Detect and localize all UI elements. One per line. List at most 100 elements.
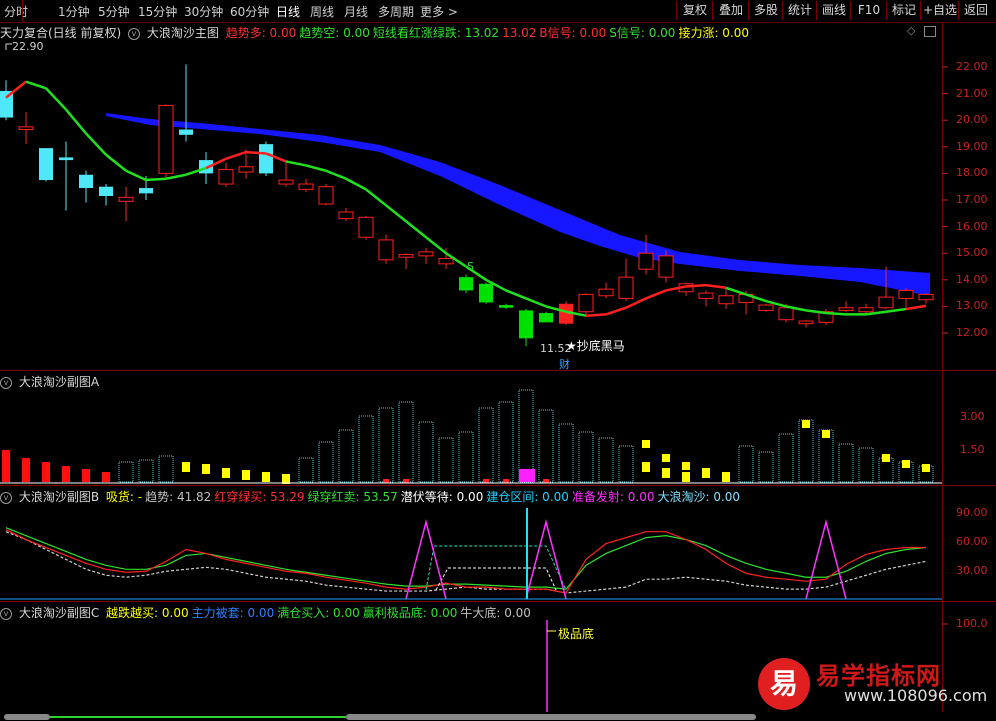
- sub-a-highlight: [702, 468, 710, 476]
- sub-a-bar: [222, 468, 230, 478]
- candle-body: [259, 144, 273, 174]
- sub-a-bar: [458, 431, 474, 483]
- sub-a-bar: [158, 455, 174, 483]
- candle-body: [318, 186, 334, 205]
- trend-line: [285, 160, 307, 167]
- bottom-signal-text: 抄底黑马: [576, 339, 625, 353]
- sub-a-bar: [838, 443, 854, 483]
- sub-a-highlight: [902, 460, 910, 468]
- trend-line: [505, 289, 527, 300]
- candle-body: [358, 216, 374, 238]
- trend-line: [805, 309, 827, 315]
- trend-line: [605, 306, 627, 316]
- watermark-url: www.108096.com: [844, 686, 988, 705]
- sell-signal-label: S: [467, 260, 474, 273]
- trend-line: [85, 132, 107, 156]
- scrollbar-left[interactable]: [4, 714, 50, 720]
- sub-a-bar: [202, 464, 210, 474]
- sub-a-highlight: [922, 464, 930, 472]
- trend-line: [145, 177, 167, 182]
- sub-a-bar: [62, 466, 70, 482]
- trend-line: [905, 304, 927, 311]
- candle-body: [698, 292, 714, 299]
- sub-a-bar: [318, 441, 334, 483]
- sub-a-bar: [798, 419, 814, 483]
- trend-line: [385, 204, 407, 223]
- sub-a-bar: [682, 472, 690, 482]
- sub-a-bar: [538, 409, 554, 483]
- candle-body: [278, 179, 294, 185]
- trend-line: [625, 297, 647, 309]
- candle-body: [59, 157, 73, 161]
- candle-body: [99, 186, 113, 197]
- sub-a-bar: [298, 457, 314, 483]
- sub-a-bar: [438, 437, 454, 483]
- sub-a-bar: [618, 445, 634, 483]
- candle-body: [158, 105, 174, 174]
- scrollbar-thumb[interactable]: [346, 714, 756, 720]
- site-watermark: 易 易学指标网 www.108096.com: [752, 654, 996, 714]
- sub-a-bar: [22, 458, 30, 482]
- sub-a-bar: [478, 407, 494, 483]
- candle-body: [598, 288, 614, 297]
- sub-a-bar: [858, 447, 874, 483]
- sub-a-bar: [138, 459, 154, 483]
- candle-body: [758, 304, 774, 311]
- candle-body: [218, 168, 234, 185]
- sub-a-highlight: [642, 440, 650, 448]
- high-price-label: 22.90: [12, 40, 44, 53]
- trend-line: [425, 236, 447, 255]
- candle-body: [338, 211, 354, 220]
- sub-a-bar: [182, 462, 190, 472]
- sub-a-bar: [262, 472, 270, 482]
- finance-marker[interactable]: 财: [559, 356, 570, 372]
- sub-a-bar: [42, 462, 50, 482]
- sub-a-bar: [558, 423, 574, 483]
- star-icon: ★: [566, 339, 577, 353]
- candle-body: [718, 295, 734, 305]
- candle-body: [618, 276, 634, 299]
- candle-body: [378, 239, 394, 261]
- sub-a-dot: [543, 479, 549, 483]
- trend-line: [725, 286, 747, 296]
- trend-line: [825, 311, 847, 316]
- sub-a-dot: [403, 479, 409, 483]
- trend-line: [405, 220, 427, 239]
- candle-body: [118, 196, 134, 202]
- trend-line: [225, 150, 247, 160]
- trend-line: [305, 164, 327, 172]
- candle-body: [398, 254, 414, 258]
- candle-body: [578, 293, 594, 313]
- sub-a-bar: [642, 462, 650, 472]
- candle-body: [658, 255, 674, 278]
- trend-line: [165, 173, 187, 180]
- stock-chart-canvas[interactable]: [0, 0, 996, 721]
- candle-body: [519, 310, 533, 339]
- sub-a-highlight: [722, 474, 730, 482]
- candle-body: [798, 320, 814, 325]
- candle-body: [79, 174, 93, 189]
- sub-a-bar: [758, 451, 774, 483]
- sub-a-bar: [778, 433, 794, 483]
- candle-body: [18, 126, 34, 131]
- sub-a-bar: [398, 401, 414, 483]
- bottom-marker-label: 极品底: [558, 627, 595, 641]
- sub-a-highlight: [662, 454, 670, 462]
- sub-a-dot: [503, 479, 509, 483]
- trend-line: [685, 283, 707, 288]
- sub-a-bar: [358, 415, 374, 483]
- candle-body: [438, 258, 454, 265]
- candle-body: [298, 183, 314, 190]
- trend-line: [245, 150, 267, 155]
- candle-body: [918, 293, 934, 301]
- sub-a-bar: [662, 468, 670, 478]
- sub-a-bar: [118, 461, 134, 483]
- candle-body: [878, 296, 894, 309]
- candle-body: [139, 188, 153, 194]
- candle-body: [418, 251, 434, 257]
- candle-body: [898, 289, 914, 299]
- trend-line: [325, 169, 347, 180]
- sub-a-bar: [2, 450, 10, 482]
- trend-line: [705, 283, 727, 290]
- trend-line: [345, 177, 367, 191]
